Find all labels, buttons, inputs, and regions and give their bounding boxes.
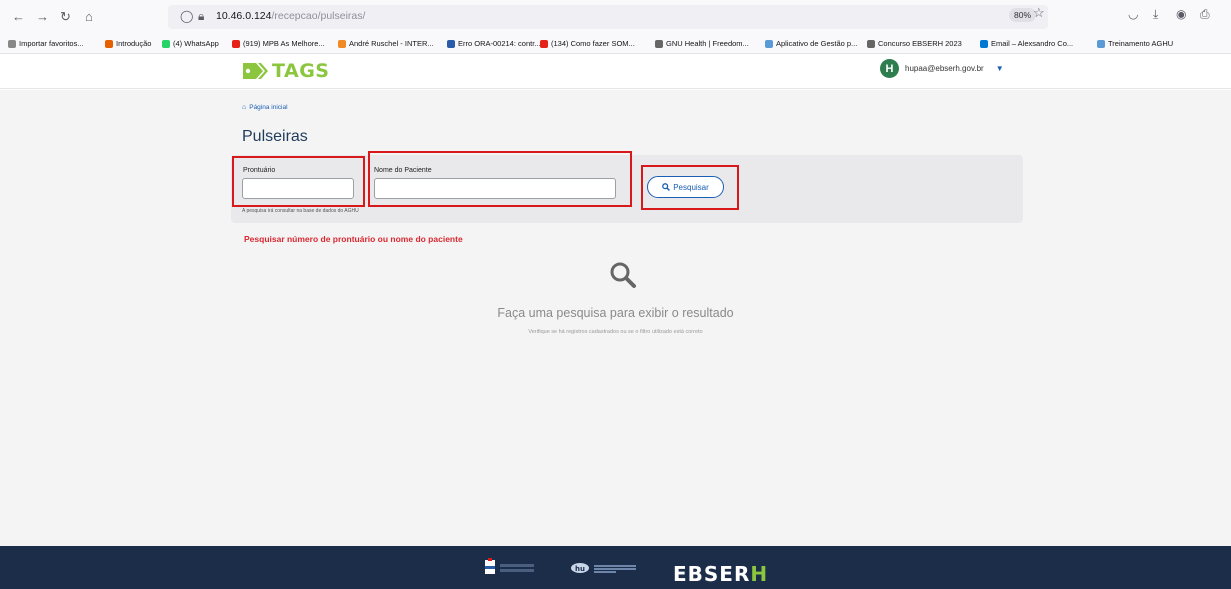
- bookmark-favicon-icon: [8, 39, 16, 48]
- shield-icon[interactable]: ◯: [180, 9, 193, 23]
- bookmark-item[interactable]: André Ruschel - INTER...: [338, 39, 434, 48]
- breadcrumb[interactable]: ⌂ Página inicial: [242, 104, 288, 111]
- bookmark-favicon-icon: [338, 39, 346, 48]
- lock-icon[interactable]: 🔒︎: [198, 9, 204, 24]
- bookmark-label: GNU Health | Freedom...: [666, 39, 749, 48]
- extensions-icon[interactable]: ⎙: [1200, 7, 1210, 22]
- zoom-level[interactable]: 80%: [1009, 8, 1037, 22]
- empty-state-title: Faça uma pesquisa para exibir o resultad…: [497, 306, 734, 320]
- highlight-search-button: [641, 165, 739, 210]
- bookmark-label: (919) MPB As Melhore...: [243, 39, 325, 48]
- university-crest-icon: [485, 558, 495, 574]
- bookmark-label: Importar favoritos...: [19, 39, 84, 48]
- svg-text:hu: hu: [575, 565, 585, 573]
- bookmark-favicon-icon: [447, 39, 455, 48]
- url-path: /recepcao/pulseiras/: [271, 10, 366, 22]
- footer: hu EBSERH: [0, 546, 1231, 589]
- search-warning: Pesquisar número de prontuário ou nome d…: [244, 234, 463, 244]
- university-logo: [484, 558, 534, 576]
- url-bar[interactable]: ◯ 🔒︎ 10.46.0.124/recepcao/pulseiras/: [168, 5, 1048, 29]
- bookmark-item[interactable]: Introdução: [105, 39, 151, 48]
- bookmark-item[interactable]: (134) Como fazer SOM...: [540, 39, 635, 48]
- download-icon[interactable]: ⤓: [1153, 7, 1158, 22]
- tags-logo[interactable]: TAGS: [242, 60, 329, 82]
- page-title: Pulseiras: [242, 128, 308, 145]
- breadcrumb-home[interactable]: Página inicial: [249, 104, 287, 111]
- bookmark-favicon-icon: [232, 39, 240, 48]
- bookmarks-bar: Importar favoritos... Introdução (4) Whats…: [0, 35, 1231, 54]
- back-icon[interactable]: ←: [12, 9, 25, 25]
- university-logo-text: [500, 562, 534, 572]
- highlight-prontuario: [232, 156, 365, 207]
- browser-nav-row: ← → ↻ ⌂ ◯ 🔒︎ 10.46.0.124/recepcao/pulsei…: [0, 0, 1231, 34]
- bookmark-favicon-icon: [162, 39, 170, 48]
- tag-logo-icon: [243, 63, 268, 79]
- bookmark-label: Introdução: [116, 39, 152, 48]
- ebserh-logo-text: EBSER: [673, 562, 751, 586]
- empty-state-subtitle: Verifique se há registros cadastrados ou…: [528, 329, 703, 335]
- magnifier-icon: [610, 262, 636, 288]
- bookmark-favicon-icon: [540, 39, 548, 48]
- bookmark-favicon-icon: [655, 39, 663, 48]
- ebserh-logo: EBSERH: [673, 562, 768, 586]
- bookmark-favicon-icon: [867, 39, 875, 48]
- bookmark-favicon-icon: [980, 39, 988, 48]
- ebserh-logo-h: H: [750, 562, 769, 586]
- bookmark-label: (4) WhatsApp: [173, 39, 219, 48]
- highlight-nome-paciente: [368, 151, 632, 207]
- avatar: H: [880, 59, 899, 78]
- bookmark-item[interactable]: Concurso EBSERH 2023: [867, 39, 962, 48]
- user-menu[interactable]: H hupaa@ebserh.gov.br ▼: [880, 59, 1004, 78]
- bookmark-label: Aplicativo de Gestão p...: [776, 39, 858, 48]
- bookmark-item[interactable]: GNU Health | Freedom...: [655, 39, 749, 48]
- reload-icon[interactable]: ↻: [60, 9, 71, 25]
- bookmark-item[interactable]: Importar favoritos...: [8, 39, 84, 48]
- home-icon[interactable]: ⌂: [85, 9, 93, 25]
- bookmark-item[interactable]: Erro ORA-00214: contr...: [447, 39, 541, 48]
- bookmark-favicon-icon: [765, 39, 773, 48]
- bookmark-label: (134) Como fazer SOM...: [551, 39, 635, 48]
- chevron-down-icon[interactable]: ▼: [996, 64, 1004, 73]
- hospital-logo-icon: hu: [571, 563, 589, 573]
- bookmark-star-icon[interactable]: ☆: [1033, 5, 1045, 21]
- bookmark-item[interactable]: Email – Alexsandro Co...: [980, 39, 1073, 48]
- bookmark-label: Concurso EBSERH 2023: [878, 39, 962, 48]
- browser-chrome: ← → ↻ ⌂ ◯ 🔒︎ 10.46.0.124/recepcao/pulsei…: [0, 0, 1231, 54]
- bookmark-item[interactable]: (919) MPB As Melhore...: [232, 39, 325, 48]
- bookmark-label: André Ruschel - INTER...: [349, 39, 434, 48]
- logo-text: TAGS: [272, 60, 330, 82]
- bookmark-label: Erro ORA-00214: contr...: [458, 39, 541, 48]
- main-content: ⌂ Página inicial Pulseiras Prontuário No…: [0, 90, 1231, 546]
- user-email: hupaa@ebserh.gov.br: [905, 64, 984, 73]
- bookmark-label: Treinamento AGHU: [1108, 39, 1174, 48]
- url-host: 10.46.0.124: [216, 10, 272, 22]
- home-icon: ⌂: [242, 104, 247, 111]
- search-help-text: A pesquisa irá consultar na base de dado…: [242, 208, 359, 214]
- url-text[interactable]: 10.46.0.124/recepcao/pulseiras/: [216, 10, 365, 22]
- bookmark-item[interactable]: (4) WhatsApp: [162, 39, 219, 48]
- hospital-logo: hu: [570, 562, 636, 574]
- pocket-icon[interactable]: ◡: [1128, 7, 1138, 21]
- hospital-logo-text: [594, 564, 636, 573]
- app-header: TAGS H hupaa@ebserh.gov.br ▼: [0, 55, 1231, 89]
- forward-icon[interactable]: →: [36, 9, 49, 25]
- bookmark-favicon-icon: [1097, 39, 1105, 48]
- bookmark-favicon-icon: [105, 39, 113, 48]
- bookmark-item[interactable]: Aplicativo de Gestão p...: [765, 39, 857, 48]
- bookmark-item[interactable]: Treinamento AGHU: [1097, 39, 1173, 48]
- bookmark-label: Email – Alexsandro Co...: [991, 39, 1074, 48]
- account-icon[interactable]: ◉: [1176, 7, 1186, 21]
